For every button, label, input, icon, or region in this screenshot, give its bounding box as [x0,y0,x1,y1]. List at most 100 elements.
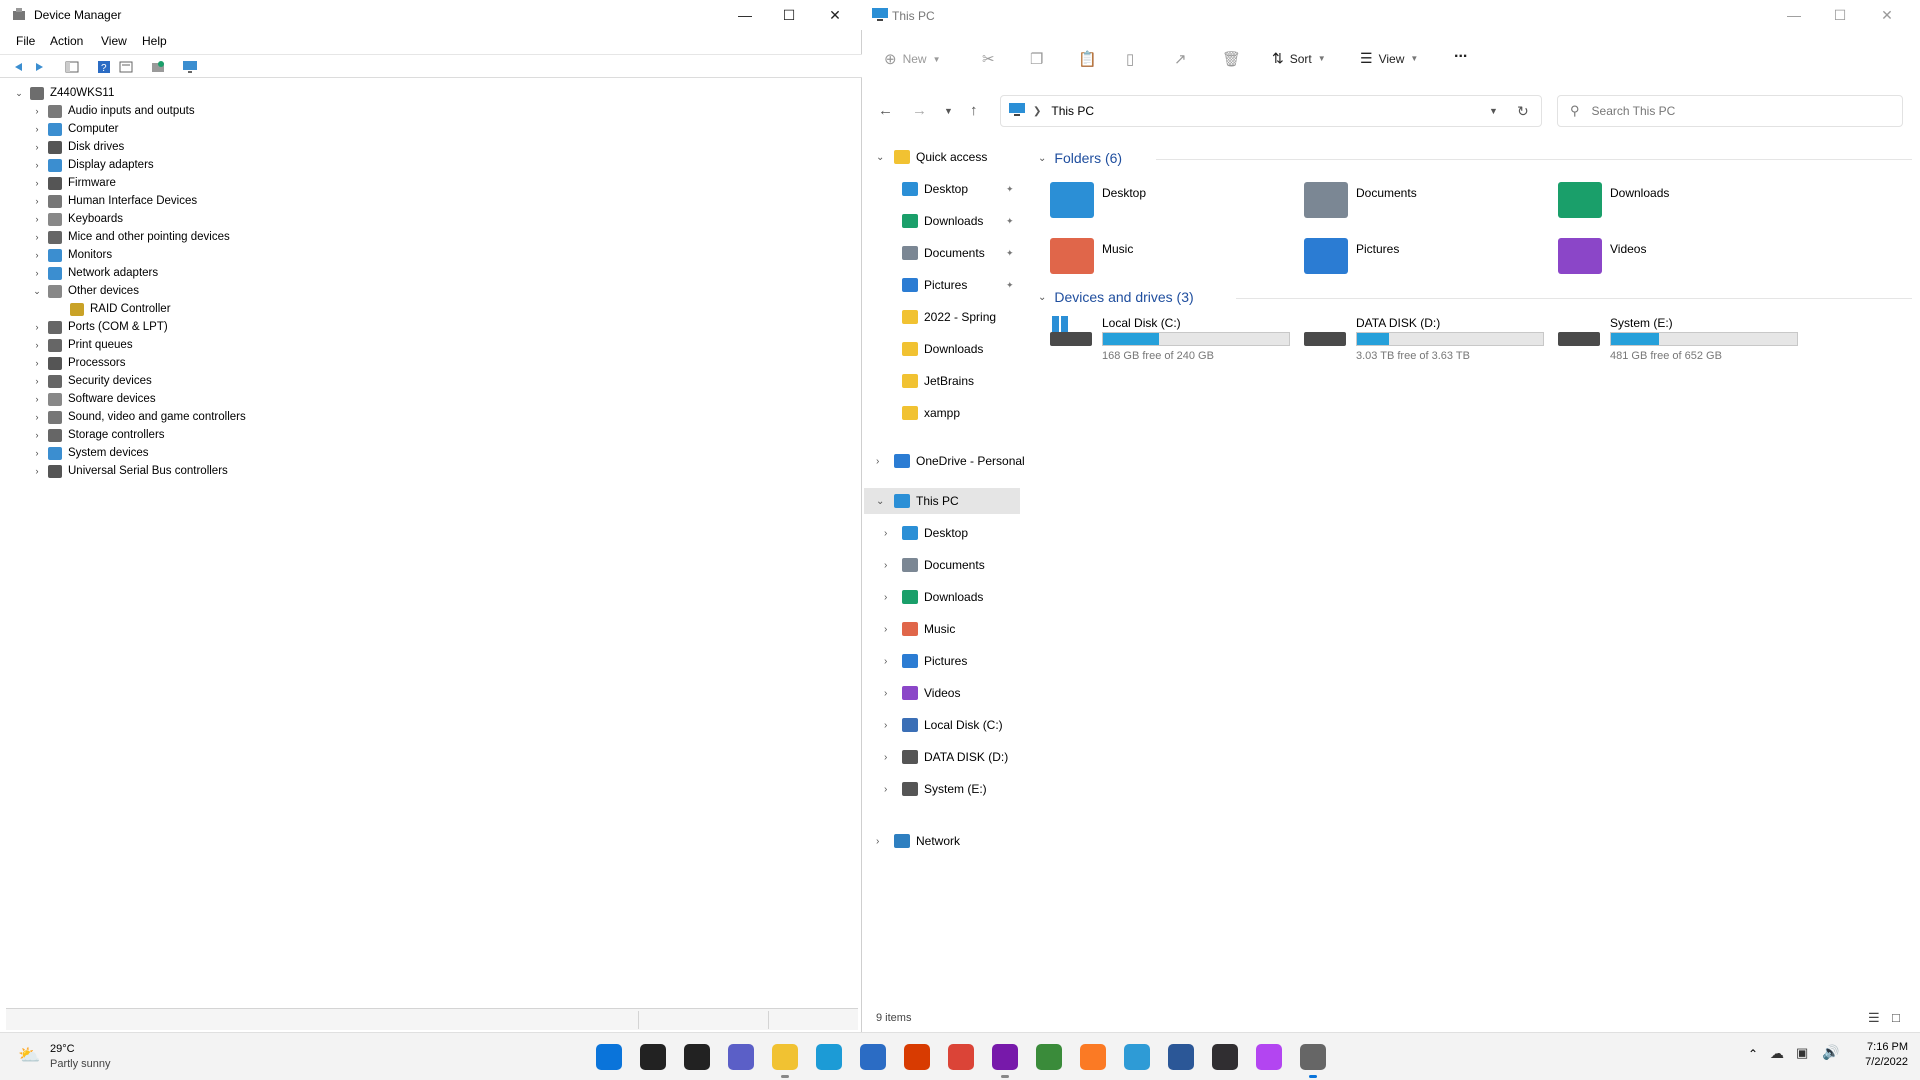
nav-this-pc-item[interactable]: › Pictures [864,648,1020,674]
tree-category[interactable]: › Network adapters [30,264,158,282]
chevron-down-icon[interactable]: ⌄ [12,88,26,99]
tree-child-item[interactable]: RAID Controller [52,300,171,318]
copy-button[interactable]: ❐ [1030,50,1043,68]
edge-icon[interactable] [816,1044,842,1070]
nav-quick-item[interactable]: 2022 - Spring [864,304,1020,330]
dm-titlebar[interactable]: Device Manager — ☐ ✕ [0,0,862,30]
phpstorm-icon[interactable] [1256,1044,1282,1070]
tree-category[interactable]: › Keyboards [30,210,123,228]
address-bar[interactable]: ❯ This PC ▼ ↻ [1000,95,1542,127]
office-icon[interactable] [904,1044,930,1070]
maximize-button[interactable]: ☐ [766,0,812,30]
nav-quick-access[interactable]: ⌄ Quick access [864,144,1020,170]
chevron-right-icon[interactable]: › [30,394,44,404]
chevron-right-icon[interactable]: › [876,456,879,467]
nav-this-pc-item[interactable]: › System (E:) [864,776,1020,802]
folder-tile[interactable]: Pictures [1296,234,1526,282]
tree-root[interactable]: ⌄ Z440WKS11 [12,84,114,102]
folder-tile[interactable]: Videos [1550,234,1780,282]
tree-category[interactable]: › Print queues [30,336,133,354]
paint-icon[interactable] [1036,1044,1062,1070]
minimize-button[interactable]: — [1771,0,1817,30]
search-input[interactable]: Search This PC [1592,104,1676,118]
onedrive-cloud-icon[interactable]: ☁ [1770,1045,1784,1062]
chevron-down-icon[interactable]: ⌄ [30,286,44,297]
help-icon[interactable]: ? [96,59,112,75]
folders-section-header[interactable]: ⌄ Folders (6) [1038,150,1122,166]
tiles-view-icon[interactable]: □ [1892,1010,1900,1025]
forward-icon[interactable] [32,59,48,75]
chevron-right-icon[interactable]: › [30,376,44,386]
paste-button[interactable]: 📋 [1078,50,1097,68]
search-box[interactable]: ⚲ Search This PC [1557,95,1903,127]
up-arrow-icon[interactable]: ↑ [970,102,978,119]
weather-widget[interactable]: ⛅ 29°C Partly sunny [18,1043,178,1073]
chevron-right-icon[interactable]: › [30,340,44,350]
powershell-icon[interactable] [1168,1044,1194,1070]
chevron-right-icon[interactable]: › [30,322,44,332]
chevron-right-icon[interactable]: › [884,656,887,667]
chevron-right-icon[interactable]: › [884,688,887,699]
chevron-right-icon[interactable]: › [30,124,44,134]
tree-category[interactable]: › Human Interface Devices [30,192,197,210]
nav-quick-item[interactable]: Pictures ✦ [864,272,1020,298]
globe-app-icon[interactable] [1124,1044,1150,1070]
sort-button[interactable]: ⇅ Sort ▼ [1272,50,1326,67]
properties-icon[interactable] [118,59,134,75]
drive-tile[interactable]: DATA DISK (D:) 3.03 TB free of 3.63 TB [1296,314,1546,366]
close-button[interactable]: ✕ [812,0,858,30]
tree-category[interactable]: › Software devices [30,390,156,408]
tree-category[interactable]: › Computer [30,120,119,138]
tree-category[interactable]: › Mice and other pointing devices [30,228,230,246]
drives-section-header[interactable]: ⌄ Devices and drives (3) [1038,289,1194,305]
back-arrow-icon[interactable]: ← [878,102,893,119]
nav-onedrive[interactable]: › OneDrive - Personal [864,448,1025,474]
clock[interactable]: 7:16 PM 7/2/2022 [1856,1041,1908,1068]
minimize-button[interactable]: — [722,0,768,30]
nav-this-pc-item[interactable]: › Desktop [864,520,1020,546]
close-button[interactable]: ✕ [1864,0,1910,30]
nav-quick-item[interactable]: xampp [864,400,1020,426]
chevron-right-icon[interactable]: › [30,448,44,458]
chevron-right-icon[interactable]: › [30,142,44,152]
recent-locations-icon[interactable]: ▼ [944,106,953,116]
nav-quick-item[interactable]: Desktop ✦ [864,176,1020,202]
chevron-right-icon[interactable]: › [30,412,44,422]
delete-button[interactable]: 🗑 [1222,50,1241,68]
tree-category[interactable]: › Processors [30,354,126,372]
show-hide-console-tree-icon[interactable] [64,59,80,75]
share-button[interactable]: ↗ [1174,50,1187,68]
nav-quick-item[interactable]: JetBrains [864,368,1020,394]
chevron-right-icon[interactable]: › [30,232,44,242]
search-icon[interactable] [640,1044,666,1070]
drive-tile[interactable]: Local Disk (C:) 168 GB free of 240 GB [1042,314,1292,366]
tree-category[interactable]: › Storage controllers [30,426,165,444]
chat-icon[interactable] [728,1044,754,1070]
nav-this-pc-item[interactable]: › Videos [864,680,1020,706]
chevron-right-icon[interactable]: › [30,160,44,170]
chevron-right-icon[interactable]: › [876,836,879,847]
rename-button[interactable]: ▯ [1126,50,1134,68]
chevron-right-icon[interactable]: › [30,430,44,440]
chevron-right-icon[interactable]: › [30,250,44,260]
chevron-right-icon[interactable]: › [30,358,44,368]
chevron-down-icon[interactable]: ⌄ [876,152,884,163]
folder-tile[interactable]: Downloads [1550,178,1780,226]
folder-tile[interactable]: Documents [1296,178,1526,226]
nav-this-pc-item[interactable]: › Downloads [864,584,1020,610]
tree-category[interactable]: › Ports (COM & LPT) [30,318,168,336]
tree-category[interactable]: › Universal Serial Bus controllers [30,462,228,480]
tree-category[interactable]: › System devices [30,444,149,462]
chevron-right-icon[interactable]: › [884,592,887,603]
back-icon[interactable] [10,59,26,75]
menu-action[interactable]: Action [50,34,83,48]
start-icon[interactable] [596,1044,622,1070]
folder-tile[interactable]: Desktop [1042,178,1272,226]
folder-tile[interactable]: Music [1042,234,1272,282]
tree-category[interactable]: › Audio inputs and outputs [30,102,195,120]
monitor-icon[interactable] [182,59,198,75]
menu-file[interactable]: File [16,34,35,48]
chevron-right-icon[interactable]: › [30,106,44,116]
nav-this-pc-item[interactable]: › DATA DISK (D:) [864,744,1020,770]
details-view-icon[interactable]: ☰ [1868,1010,1880,1026]
